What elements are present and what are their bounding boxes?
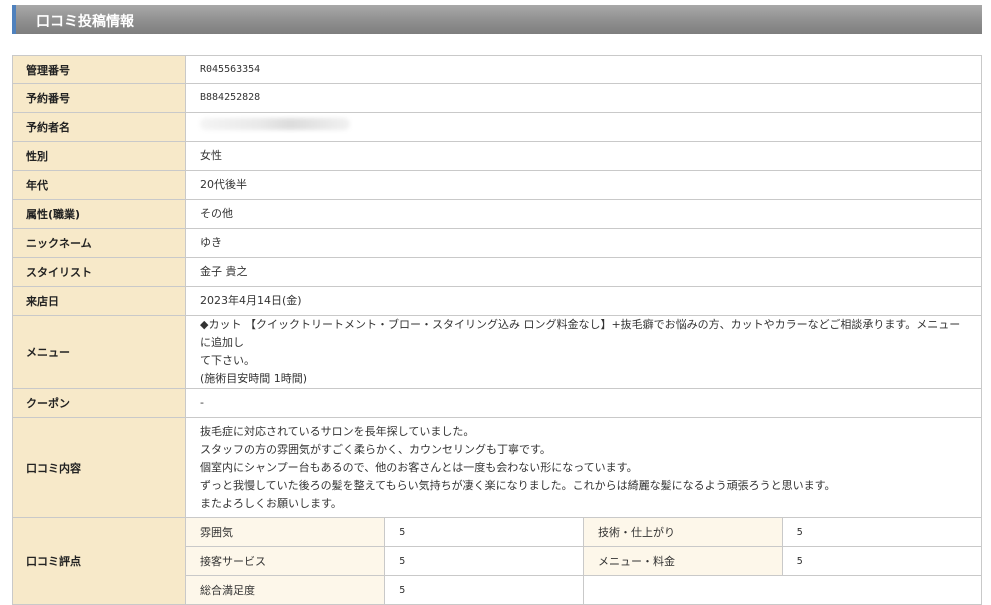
value-kanri: R045563354 [185,55,982,84]
label-visit-date: 来店日 [12,286,186,316]
value-yoyaku-name [185,112,982,142]
menu-line-3: (施術目安時間 1時間) [200,372,308,385]
label-yoyaku-name: 予約者名 [12,112,186,142]
review-line: 個室内にシャンプー台もあるので、他のお客さんとは一度も会わない形になっています。 [200,460,638,474]
rating-empty-cell [583,575,981,604]
value-nickname: ゆき [185,228,982,258]
label-age: 年代 [12,170,186,200]
value-yoyaku-no: B884252828 [185,83,982,113]
rating-label-atmosphere: 雰囲気 [186,518,386,547]
rating-label-menu-price: メニュー・料金 [583,546,783,576]
value-coupon: - [185,388,982,418]
row-visit-date: 来店日 2023年4月14日(金) [12,286,982,316]
row-menu: メニュー ◆カット 【クイックトリートメント・ブロー・スタイリング込み ロング料… [12,315,982,389]
row-yoyaku-no: 予約番号 B884252828 [12,83,982,113]
row-kanri: 管理番号 R045563354 [12,55,982,84]
section-header: 口コミ投稿情報 [12,5,982,34]
value-gender: 女性 [185,141,982,171]
row-age: 年代 20代後半 [12,170,982,200]
review-line: スタッフの方の雰囲気がすごく柔らかく、カウンセリングも丁寧です。 [200,442,551,456]
value-visit-date: 2023年4月14日(金) [185,286,982,316]
ratings-table: 雰囲気 5 技術・仕上がり 5 接客サービス 5 メニュー・料金 5 総合満足度… [186,518,981,604]
row-yoyaku-name: 予約者名 [12,112,982,142]
row-review: 口コミ内容 抜毛症に対応されているサロンを長年探していました。 スタッフの方の雰… [12,417,982,518]
review-info-table: 管理番号 R045563354 予約番号 B884252828 予約者名 性別 … [12,55,982,605]
value-age: 20代後半 [185,170,982,200]
rating-value-overall: 5 [384,575,584,604]
rating-value-atmosphere: 5 [384,518,584,547]
review-line: ずっと我慢していた後ろの髪を整えてもらい気持ちが凄く楽になりました。これからは綺… [200,478,836,492]
redacted-name [200,118,350,130]
rating-label-technique: 技術・仕上がり [583,518,783,547]
label-review: 口コミ内容 [12,417,186,518]
rating-label-overall: 総合満足度 [186,575,386,604]
label-yoyaku-no: 予約番号 [12,83,186,113]
label-ratings: 口コミ評点 [12,517,186,605]
value-occupation: その他 [185,199,982,229]
label-nickname: ニックネーム [12,228,186,258]
row-nickname: ニックネーム ゆき [12,228,982,258]
label-coupon: クーポン [12,388,186,418]
label-gender: 性別 [12,141,186,171]
row-stylist: スタイリスト 金子 貴之 [12,257,982,287]
row-gender: 性別 女性 [12,141,982,171]
rating-label-service: 接客サービス [186,546,386,576]
value-review: 抜毛症に対応されているサロンを長年探していました。 スタッフの方の雰囲気がすごく… [185,417,982,518]
label-occupation: 属性(職業) [12,199,186,229]
ratings-cell: 雰囲気 5 技術・仕上がり 5 接客サービス 5 メニュー・料金 5 総合満足度… [185,517,982,605]
rating-value-service: 5 [384,546,584,576]
row-ratings: 口コミ評点 雰囲気 5 技術・仕上がり 5 接客サービス 5 メニュー・料金 5… [12,517,982,605]
label-stylist: スタイリスト [12,257,186,287]
label-menu: メニュー [12,315,186,389]
row-coupon: クーポン - [12,388,982,418]
menu-line-2: て下さい。 [200,354,255,367]
rating-value-technique: 5 [781,518,981,547]
rating-value-menu-price: 5 [781,546,981,576]
row-occupation: 属性(職業) その他 [12,199,982,229]
value-stylist: 金子 貴之 [185,257,982,287]
label-kanri: 管理番号 [12,55,186,84]
value-menu: ◆カット 【クイックトリートメント・ブロー・スタイリング込み ロング料金なし】+… [185,315,982,389]
review-line: またよろしくお願いします。 [200,496,342,510]
page-title: 口コミ投稿情報 [36,14,134,30]
review-line: 抜毛症に対応されているサロンを長年探していました。 [200,424,475,438]
menu-line-1: ◆カット 【クイックトリートメント・ブロー・スタイリング込み ロング料金なし】+… [200,318,961,349]
